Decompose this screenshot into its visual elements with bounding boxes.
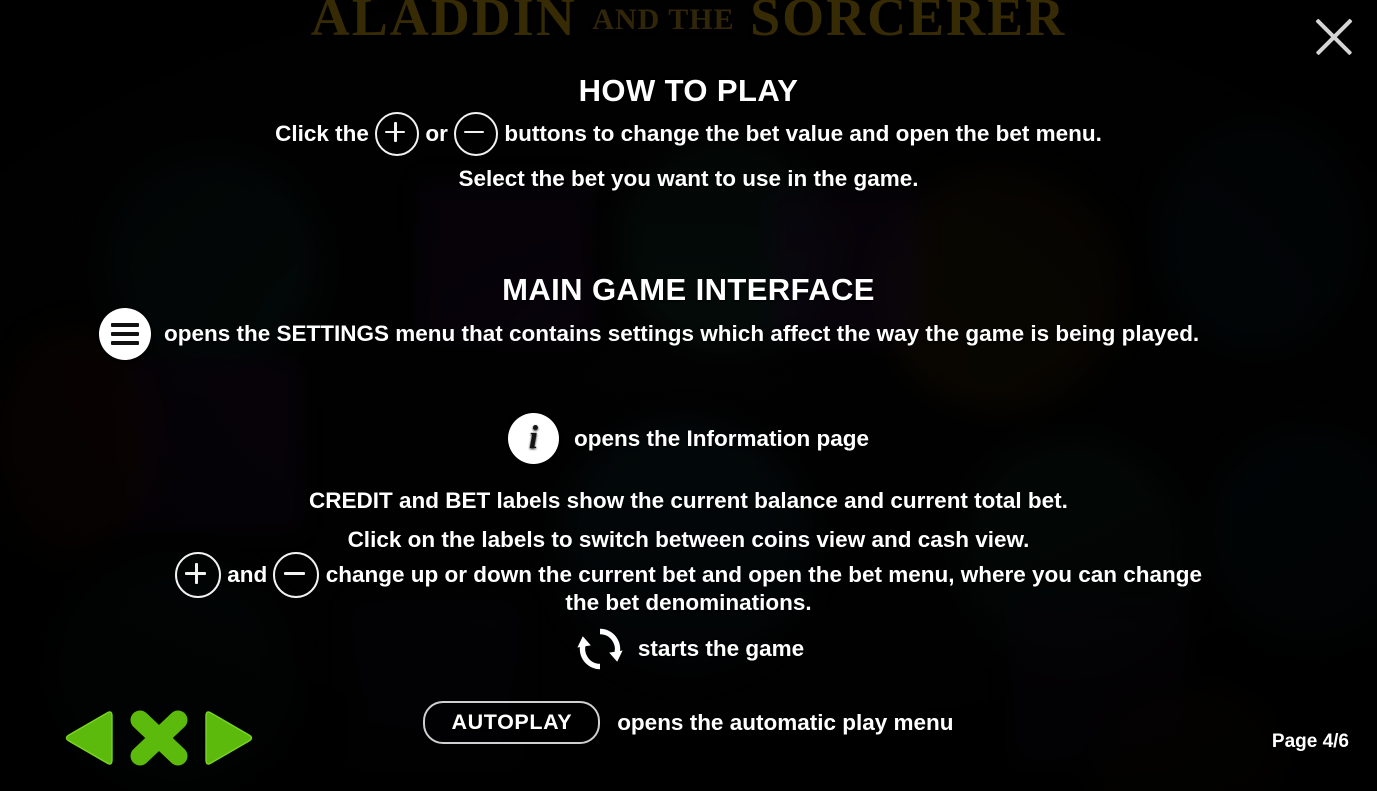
autoplay-instruction-text: opens the automatic play menu [617, 709, 954, 735]
main-game-interface-heading: MAIN GAME INTERFACE [502, 272, 875, 307]
next-page-arrow-icon[interactable] [200, 703, 262, 773]
close-help-icon[interactable] [124, 703, 194, 773]
help-overlay-screen: ALADDIN AND THE SORCERER HOW TO PLAY Cli… [0, 0, 1377, 791]
bet-denominations-text: the bet denominations. [565, 590, 812, 615]
bet-value-instruction-text: buttons to change the bet value and open… [498, 121, 1102, 146]
click-the-label: Click the [275, 121, 376, 146]
spin-instruction-text: starts the game [637, 636, 805, 661]
plus-circle-icon[interactable] [375, 112, 420, 156]
bet-denominations-line: the bet denominations. [0, 584, 1377, 623]
page-indicator: Page 4/6 [1271, 731, 1349, 752]
spin-instruction-row: starts the game [0, 622, 1377, 676]
help-content: HOW TO PLAY Click the or buttons to chan… [0, 0, 1377, 791]
information-icon[interactable]: i [507, 413, 559, 464]
autoplay-button[interactable]: AUTOPLAY [423, 701, 601, 744]
settings-menu-icon[interactable] [99, 308, 151, 360]
previous-page-arrow-icon[interactable] [56, 703, 118, 773]
how-to-play-heading: HOW TO PLAY [578, 73, 799, 108]
information-instruction-text: opens the Information page [573, 425, 870, 451]
select-bet-instruction: Select the bet you want to use in the ga… [0, 160, 1377, 199]
credit-bet-instruction: CREDIT and BET labels show the current b… [0, 482, 1377, 559]
spin-refresh-icon[interactable] [573, 622, 627, 676]
main-game-interface-section: MAIN GAME INTERFACE [0, 272, 1377, 308]
settings-instruction-text: opens the SETTINGS menu that contains se… [164, 321, 1200, 346]
bet-value-instruction-row: Click the or buttons to change the bet v… [0, 112, 1377, 156]
minus-circle-icon[interactable] [454, 112, 499, 156]
settings-instruction-row: opens the SETTINGS menu that contains se… [0, 308, 1377, 360]
help-navigation-controls [56, 703, 262, 773]
credit-bet-line-1: CREDIT and BET labels show the current b… [309, 488, 1068, 513]
select-bet-text: Select the bet you want to use in the ga… [458, 166, 919, 191]
information-instruction-row: i opens the Information page [0, 413, 1377, 464]
how-to-play-section: HOW TO PLAY [0, 73, 1377, 109]
or-label: or [419, 121, 455, 146]
